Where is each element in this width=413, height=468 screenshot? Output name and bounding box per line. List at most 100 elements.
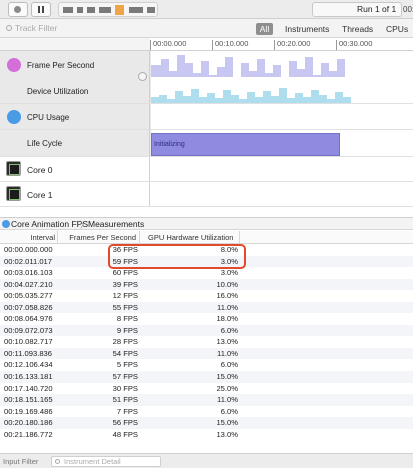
track-filter-input[interactable]: Track Filter: [4, 22, 250, 35]
cpu-gauge-icon: [7, 110, 21, 124]
table-row[interactable]: 00:05.035.277 12 FPS 16.0%: [0, 290, 413, 302]
table-row[interactable]: 00:20.180.186 56 FPS 15.0%: [0, 417, 413, 429]
column-interval[interactable]: Interval: [0, 231, 58, 244]
timeline-ruler[interactable]: 00:00.000 00:10.000 00:20.000 00:30.000: [150, 38, 413, 51]
table-row[interactable]: 00:10.082.717 28 FPS 13.0%: [0, 336, 413, 348]
track-label: Life Cycle: [0, 130, 150, 156]
cell-gpu-utilization: 6.0%: [220, 360, 238, 370]
column-fps[interactable]: Frames Per Second: [58, 231, 140, 244]
core-chip-icon: [6, 186, 21, 201]
cell-gpu-utilization: 15.0%: [216, 418, 238, 428]
cell-interval: 00:02.011.017: [4, 256, 52, 266]
segment-threads[interactable]: Threads: [342, 23, 373, 35]
cell-gpu-utilization: 13.0%: [216, 429, 238, 439]
cell-interval: 00:17.140.720: [4, 383, 53, 393]
pause-button[interactable]: [31, 2, 51, 17]
track-name-life-cycle: Life Cycle: [27, 139, 63, 148]
table-row[interactable]: 00:16.133.181 57 FPS 15.0%: [0, 371, 413, 383]
cell-interval: 00:08.064.976: [4, 314, 53, 324]
elapsed-time: 00:0: [403, 5, 413, 14]
search-icon: [6, 25, 12, 31]
cell-fps: 8 FPS: [116, 314, 138, 324]
segment-all[interactable]: All: [256, 23, 273, 35]
cell-fps: 51 FPS: [112, 395, 138, 405]
expand-icon[interactable]: [138, 72, 147, 81]
toolbar: Run 1 of 1 00:0: [0, 0, 413, 19]
cpu-gauge-icon: [2, 220, 10, 228]
track-name-cpu-usage: CPU Usage: [27, 113, 70, 122]
bottom-filter-bar: Input Filter Instrument Detail: [0, 453, 413, 468]
table-row[interactable]: 00:21.186.772 48 FPS 13.0%: [0, 428, 413, 441]
app-icon: [115, 5, 124, 15]
table-row[interactable]: 00:09.072.073 9 FPS 6.0%: [0, 324, 413, 337]
table-row[interactable]: 00:08.064.976 8 FPS 18.0%: [0, 313, 413, 325]
cell-interval: 00:05.035.277: [4, 291, 53, 301]
cell-fps: 54 FPS: [112, 348, 138, 358]
cell-gpu-utilization: 16.0%: [216, 291, 238, 301]
track-core-animation-fps[interactable]: Frame Per Second Device Utilization: [0, 51, 413, 104]
track-life-cycle[interactable]: Life Cycle Initializing: [0, 130, 413, 157]
table-row[interactable]: 00:17.140.720 30 FPS 25.0%: [0, 382, 413, 395]
detail-view-selector[interactable]: Measurements: [88, 219, 144, 229]
cell-interval: 00:04.027.210: [4, 279, 53, 289]
fps-series: [151, 55, 351, 77]
record-button[interactable]: [8, 2, 28, 17]
table-row[interactable]: 00:18.151.165 51 FPS 11.0%: [0, 394, 413, 406]
cell-fps: 55 FPS: [112, 302, 138, 312]
cell-fps: 28 FPS: [112, 337, 138, 347]
cell-fps: 48 FPS: [112, 429, 138, 439]
column-gpu-utilization[interactable]: GPU Hardware Utilization: [140, 231, 240, 244]
cell-fps: 5 FPS: [116, 360, 138, 370]
fps-plot: [151, 55, 351, 103]
instrument-detail-filter[interactable]: Instrument Detail: [51, 456, 161, 467]
cpu-plot-area: [151, 104, 413, 129]
annotation-highlight-box: [108, 244, 246, 269]
run-selector[interactable]: Run 1 of 1: [312, 2, 402, 17]
ruler-tick: 00:20.000: [274, 40, 310, 50]
cell-gpu-utilization: 10.0%: [216, 279, 238, 289]
search-icon: [55, 459, 60, 464]
ruler-tick: 00:10.000: [212, 40, 248, 50]
lifecycle-state-bar[interactable]: Initializing: [151, 133, 340, 156]
cell-interval: 00:16.133.181: [4, 372, 53, 382]
cell-fps: 7 FPS: [116, 406, 138, 416]
track-core-1[interactable]: Core 1: [0, 182, 413, 207]
track-label: CPU Usage: [0, 104, 150, 129]
detail-instrument[interactable]: Core Animation FPS: [11, 219, 88, 229]
core-chip-icon: [6, 161, 21, 176]
cell-gpu-utilization: 11.0%: [217, 302, 238, 312]
cell-gpu-utilization: 15.0%: [216, 372, 238, 382]
track-filter-placeholder: Track Filter: [15, 23, 58, 33]
table-row[interactable]: 00:07.058.826 55 FPS 11.0%: [0, 301, 413, 314]
track-name-core-1: Core 1: [27, 190, 53, 200]
ruler-tick: 00:00.000: [150, 40, 186, 50]
ruler-tick: 00:30.000: [336, 40, 372, 50]
track-cpu-usage[interactable]: CPU Usage: [0, 104, 413, 130]
track-name-device-utilization: Device Utilization: [27, 87, 89, 96]
cell-fps: 30 FPS: [112, 383, 138, 393]
device-utilization-series: [151, 88, 351, 103]
cell-gpu-utilization: 6.0%: [220, 406, 238, 416]
table-row[interactable]: 00:19.169.486 7 FPS 6.0%: [0, 405, 413, 418]
track-name-core-0: Core 0: [27, 165, 53, 175]
cell-interval: 00:11.093.836: [4, 348, 52, 358]
table-row[interactable]: 00:12.106.434 5 FPS 6.0%: [0, 359, 413, 372]
segment-instruments[interactable]: Instruments: [285, 23, 329, 35]
track-label: Core 1: [0, 182, 150, 206]
track-label: Frame Per Second Device Utilization: [0, 51, 150, 103]
track-core-0[interactable]: Core 0: [0, 157, 413, 182]
cell-interval: 00:10.082.717: [4, 337, 53, 347]
segment-cpus[interactable]: CPUs: [386, 23, 408, 35]
cell-interval: 00:18.151.165: [4, 395, 53, 405]
input-filter-label[interactable]: Input Filter: [3, 457, 38, 466]
track-label: Core 0: [0, 157, 150, 181]
record-icon: [14, 6, 21, 13]
fps-gauge-icon: [7, 58, 21, 72]
target-selector[interactable]: [58, 2, 158, 17]
cell-interval: 00:09.072.073: [4, 325, 53, 335]
cell-fps: 9 FPS: [116, 325, 138, 335]
table-row[interactable]: 00:11.093.836 54 FPS 11.0%: [0, 347, 413, 360]
table-row[interactable]: 00:04.027.210 39 FPS 10.0%: [0, 278, 413, 291]
fps-plot-area: [151, 51, 413, 103]
cell-interval: 00:03.016.103: [4, 268, 53, 278]
